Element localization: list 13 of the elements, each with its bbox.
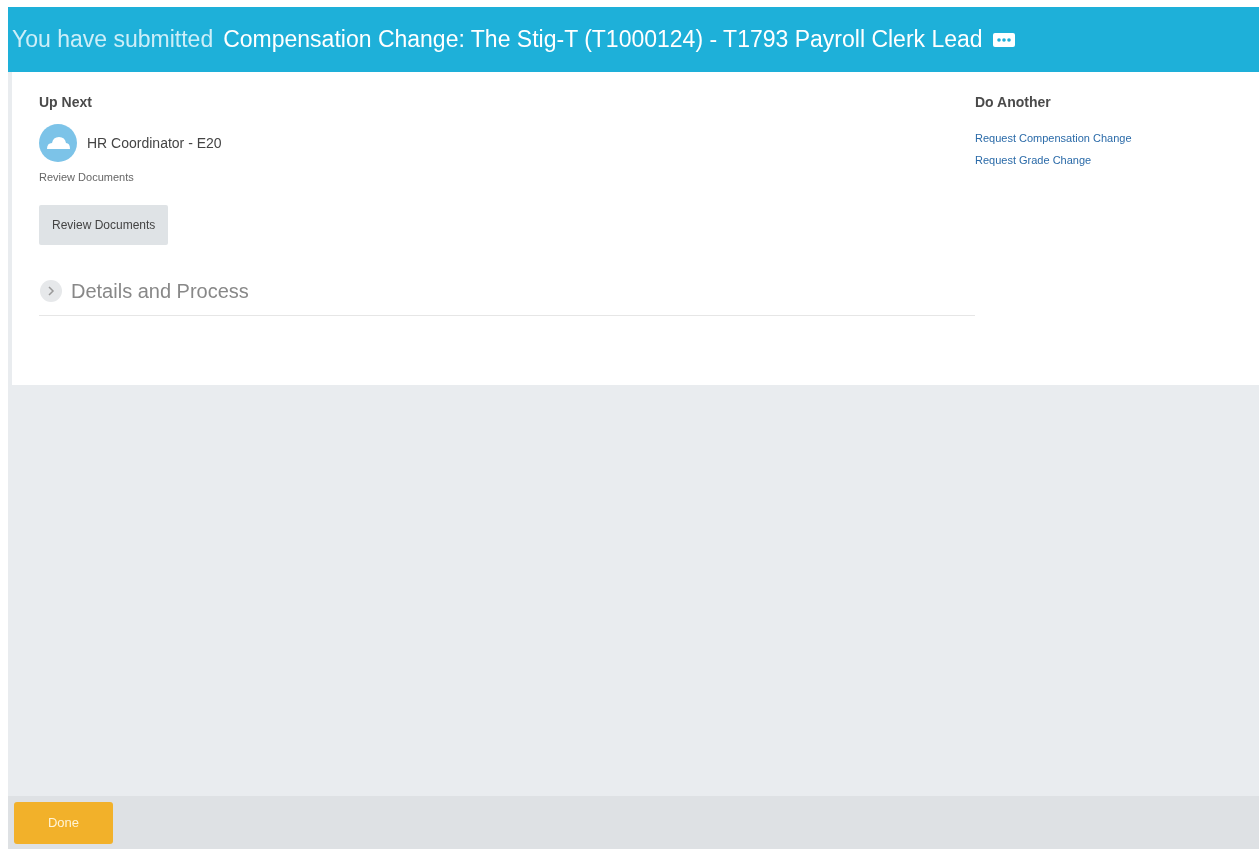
task-label: Review Documents	[39, 171, 135, 183]
action-link[interactable]: Request Compensation Change	[975, 132, 1259, 144]
review-documents-button[interactable]: Review Documents	[39, 205, 169, 245]
banner-title: Compensation Change: The Stig-T (T1000124) - T1793 Payroll Clerk Lead	[223, 26, 983, 53]
assignee-name[interactable]: HR Coordinator - E20	[87, 135, 222, 151]
section-heading: Do Another	[975, 94, 1052, 110]
more-icon[interactable]	[992, 32, 1015, 47]
details-section-toggle[interactable]: Details and Process	[71, 279, 249, 303]
action-link[interactable]: Request Grade Change	[975, 154, 1259, 166]
section-heading: Up Next	[39, 94, 93, 110]
submitted-label: You have submitted	[12, 26, 214, 53]
expand-chevron-icon[interactable]	[39, 279, 63, 303]
cloud-avatar-icon	[39, 124, 77, 162]
